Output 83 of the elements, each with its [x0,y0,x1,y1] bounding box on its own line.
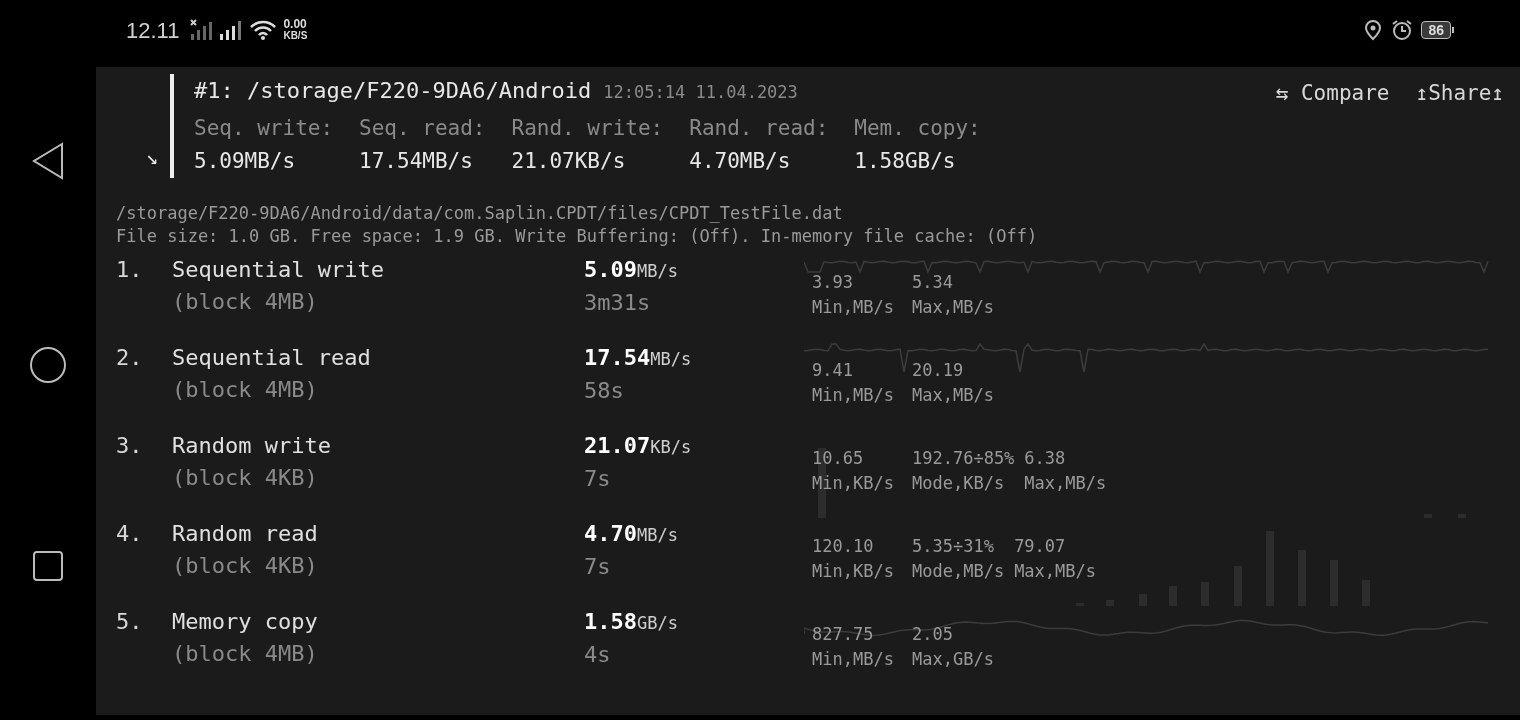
test-number: 1. [116,255,144,284]
stat-value: 5.34 [912,270,954,294]
test-number: 2. [116,343,144,372]
test-name: Sequential write [172,255,385,284]
share-button[interactable]: ↥Share↥ [1415,78,1504,110]
summary-label: Rand. write: [511,114,664,142]
test-name: Random read [172,519,319,548]
location-icon [1363,19,1384,41]
summary-label: Mem. copy: [854,114,981,142]
speed-value: 4.70 [584,519,637,548]
wifi-icon [249,19,278,41]
stat-label: Max,MB/s [1014,559,1097,583]
block-size: (block 4KB) [172,551,319,580]
stat-label: Mode,KB/s [912,471,1006,495]
summary-value: 4.70MB/s [689,147,792,175]
test-number: 4. [116,519,144,548]
test-name: Sequential read [172,343,372,372]
compare-button[interactable]: ⇆ Compare [1275,78,1390,110]
speed-unit: GB/s [637,611,678,635]
home-icon[interactable] [29,346,67,384]
stat-label: Min,MB/s [812,647,895,671]
stat-value: 79.07 [1014,534,1067,558]
network-speed-unit: KB/S [283,30,308,41]
file-info: File size: 1.0 GB. Free space: 1.9 GB. Write Buffering: (Off). In-memory file cache: (Off) [116,224,1039,248]
stat-label: Min,KB/s [812,559,895,583]
summary-value: 21.07KB/s [511,147,627,175]
alarm-icon [1391,19,1414,41]
speed-value: 21.07 [584,431,651,460]
speed-unit: MB/s [650,347,692,371]
result-title: #1: /storage/F220-9DA6/Android [194,77,592,105]
network-speed: 0.00 [283,19,308,30]
duration: 7s [584,464,612,493]
duration: 58s [584,376,625,405]
summary-value: 1.58GB/s [854,147,957,175]
block-size: (block 4MB) [172,375,319,404]
signal-icon [219,19,244,41]
battery-level: 86 [1421,21,1451,39]
stat-label: Min,KB/s [812,471,895,495]
stat-label: Min,MB/s [812,383,895,407]
stat-label: Max,MB/s [912,383,995,407]
stat-value: 827.75 [812,622,875,646]
stat-label: Max,GB/s [912,647,995,671]
back-icon[interactable] [31,142,65,180]
test-name: Memory copy [172,607,319,636]
stat-value: 10.65 [812,446,865,470]
recents-icon[interactable] [32,550,64,582]
file-path: /storage/F220-9DA6/Android/data/com.Saplin.CPDT/files/CPDT_TestFile.dat [116,201,844,225]
timestamp: 12:05:14 11.04.2023 [603,81,798,104]
test-name: Random write [172,431,332,460]
stat-label: Min,MB/s [812,295,895,319]
summary-value: 17.54MB/s [359,147,474,175]
speed-unit: MB/s [637,259,678,283]
speed-value: 1.58 [584,607,637,636]
stat-value: 9.41 [812,358,854,382]
block-size: (block 4MB) [172,287,319,316]
no-signal-icon [189,18,214,42]
duration: 3m31s [584,288,652,317]
stat-label: Max,MB/s [1024,471,1108,495]
stat-value: 3.93 [812,270,854,294]
test-number: 3. [116,431,144,460]
stat-value: 192.76÷85% [912,446,1015,470]
speed-value: 17.54 [584,343,651,372]
stat-value: 20.19 [912,358,965,382]
block-size: (block 4MB) [172,639,319,668]
summary-value: 5.09MB/s [194,147,297,175]
speed-unit: KB/s [650,435,692,459]
expand-marker[interactable]: ↘ [145,141,158,172]
stat-value: 5.35÷31% [912,534,995,558]
summary-label: Rand. read: [689,114,829,142]
stat-value: 2.05 [912,622,954,646]
speed-value: 5.09 [584,255,637,284]
speed-unit: MB/s [637,523,678,547]
clock: 12.11 [126,16,180,45]
stat-value: 6.38 [1024,446,1067,470]
stat-label: Mode,MB/s [912,559,1005,583]
duration: 7s [584,552,612,581]
summary-label: Seq. write: [194,114,334,142]
duration: 4s [584,640,612,669]
stat-value: 120.10 [812,534,875,558]
test-number: 5. [116,607,144,636]
stat-label: Max,MB/s [912,295,995,319]
block-size: (block 4KB) [172,463,319,492]
summary-label: Seq. read: [359,114,486,142]
